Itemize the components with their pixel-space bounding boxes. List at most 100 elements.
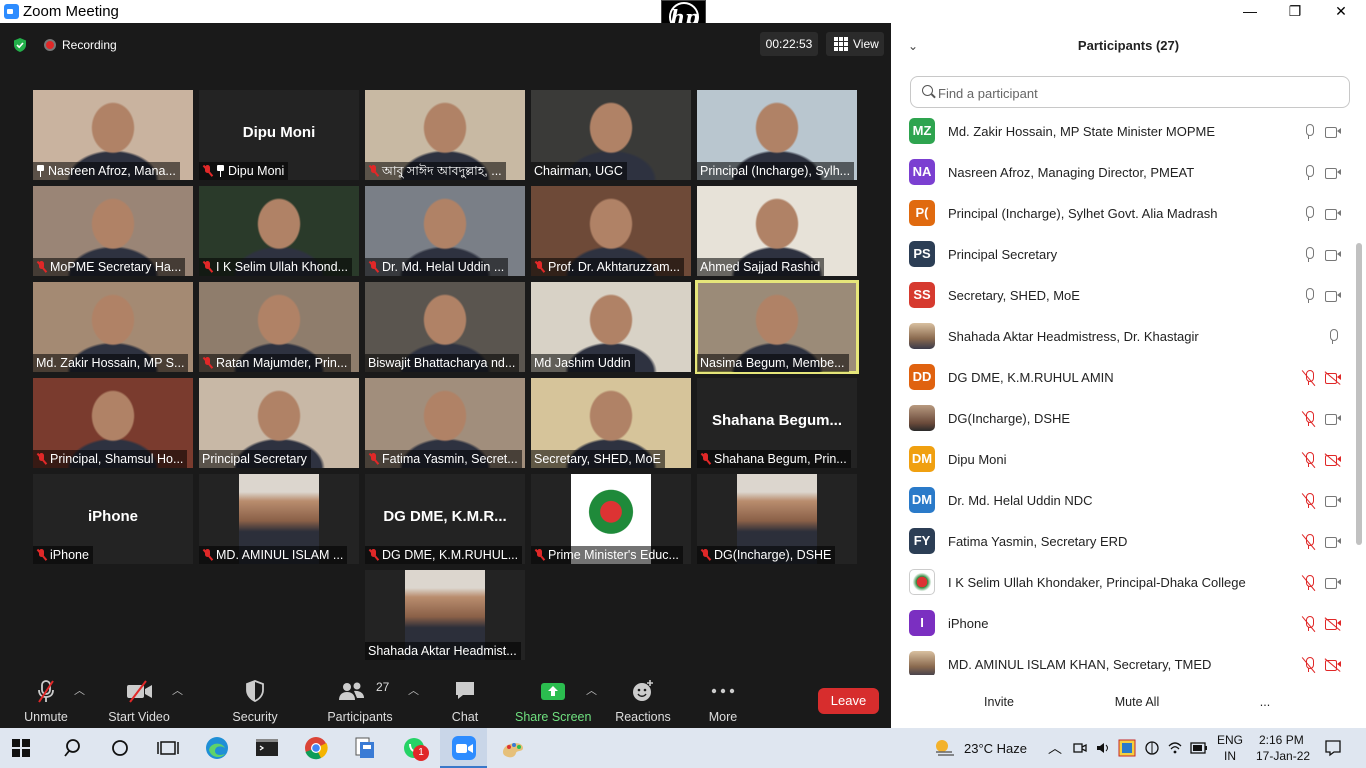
battery-icon[interactable] (1190, 741, 1208, 755)
terminal-icon[interactable] (253, 734, 281, 762)
video-tile[interactable]: Md Jashim Uddin (531, 282, 691, 372)
share-options-caret-icon[interactable]: ︿ (586, 682, 597, 698)
microphone-icon[interactable] (1304, 124, 1314, 140)
video-tile[interactable]: Prime Minister's Educ... (531, 474, 691, 564)
search-taskbar-icon[interactable] (60, 734, 88, 762)
video-camera-icon[interactable] (1325, 127, 1341, 138)
volume-icon[interactable] (1095, 740, 1111, 756)
video-tile[interactable]: Nasima Begum, Membe... (695, 280, 859, 374)
show-hidden-icons-chevron-icon[interactable]: ︿ (1048, 738, 1062, 758)
video-tile[interactable]: iPhone iPhone (33, 474, 193, 564)
mic-muted-icon[interactable] (1301, 574, 1316, 592)
wifi-icon[interactable] (1167, 740, 1183, 756)
video-tile[interactable]: আবু সাঈদ আবদুল্লাহ, ... (365, 90, 525, 180)
video-camera-icon[interactable] (1325, 209, 1341, 220)
video-off-icon[interactable] (1324, 617, 1341, 631)
participant-search-input[interactable] (938, 83, 1338, 103)
encryption-shield-icon[interactable] (12, 37, 28, 53)
video-tile[interactable]: Principal Secretary (199, 378, 359, 468)
language-code[interactable]: ENG (1217, 733, 1243, 747)
participant-row[interactable]: Shahada Aktar Headmistress, Dr. Khastagi… (891, 318, 1351, 359)
mic-muted-icon[interactable] (1301, 656, 1316, 674)
video-tile[interactable]: Ahmed Sajjad Rashid (697, 186, 857, 276)
video-camera-icon[interactable] (1325, 291, 1341, 302)
unmute-button[interactable]: Unmute (20, 678, 72, 724)
video-tile[interactable]: Nasreen Afroz, Mana... (33, 90, 193, 180)
video-camera-icon[interactable] (1325, 537, 1341, 548)
video-tile[interactable]: Principal (Incharge), Sylh... (697, 90, 857, 180)
mic-muted-icon[interactable] (1301, 533, 1316, 551)
video-tile[interactable]: Shahada Aktar Headmist... (365, 570, 525, 660)
clock-time[interactable]: 2:16 PM (1259, 733, 1304, 747)
video-tile[interactable]: DG(Incharge), DSHE (697, 474, 857, 564)
minimize-button[interactable]: — (1227, 0, 1273, 23)
paint-icon[interactable] (499, 734, 527, 762)
mic-muted-icon[interactable] (1301, 492, 1316, 510)
microphone-icon[interactable] (1304, 247, 1314, 263)
participant-row[interactable]: DD DG DME, K.M.RUHUL AMIN (891, 359, 1351, 400)
mic-muted-icon[interactable] (1301, 451, 1316, 469)
video-tile[interactable]: Shahana Begum... Shahana Begum, Prin... (697, 378, 857, 468)
participants-button[interactable]: 27 Participants (326, 678, 394, 724)
language-region[interactable]: IN (1224, 749, 1236, 763)
participant-row[interactable]: IiPhone (891, 605, 1351, 646)
security-button[interactable]: Security (229, 678, 281, 724)
mic-muted-icon[interactable] (1301, 369, 1316, 387)
cortana-icon[interactable] (106, 734, 134, 762)
participant-row[interactable]: P(Principal (Incharge), Sylhet Govt. Ali… (891, 195, 1351, 236)
participant-list-scrollbar[interactable] (1356, 243, 1362, 545)
video-off-icon[interactable] (1324, 371, 1341, 385)
close-button[interactable]: ✕ (1318, 0, 1364, 23)
video-tile[interactable]: Chairman, UGC (531, 90, 691, 180)
participant-row[interactable]: FY Fatima Yasmin, Secretary ERD (891, 523, 1351, 564)
participant-row[interactable]: I K Selim Ullah Khondaker, Principal-Dha… (891, 564, 1351, 605)
microphone-icon[interactable] (1304, 288, 1314, 304)
video-tile[interactable]: I K Selim Ullah Khond... (199, 186, 359, 276)
participant-row[interactable]: SS Secretary, SHED, MoE (891, 277, 1351, 318)
video-tile[interactable]: Biswajit Bhattacharya nd... (365, 282, 525, 372)
microphone-icon[interactable] (1304, 206, 1314, 222)
video-off-icon[interactable] (1324, 453, 1341, 467)
video-tile[interactable]: Secretary, SHED, MoE (531, 378, 691, 468)
chat-button[interactable]: Chat (445, 678, 485, 724)
video-tile[interactable]: DG DME, K.M.R... DG DME, K.M.RUHUL... (365, 474, 525, 564)
weather-text[interactable]: 23°C Haze (964, 741, 1027, 756)
video-camera-icon[interactable] (1325, 414, 1341, 425)
video-tile[interactable]: Dipu Moni Dipu Moni (199, 90, 359, 180)
notifications-icon[interactable] (1324, 739, 1342, 757)
participant-row[interactable]: MZ Md. Zakir Hossain, MP State Minister M… (891, 113, 1351, 154)
panel-more-button[interactable]: ... (1255, 689, 1275, 715)
start-video-button[interactable]: Start Video (106, 678, 172, 724)
participant-row[interactable]: DM Dr. Md. Helal Uddin NDC (891, 482, 1351, 523)
language-app-icon[interactable] (1118, 739, 1136, 757)
mic-muted-icon[interactable] (1301, 615, 1316, 633)
microphone-icon[interactable] (1328, 329, 1338, 345)
participant-row[interactable]: NA Nasreen Afroz, Managing Director, PMEA… (891, 154, 1351, 195)
audio-options-caret-icon[interactable]: ︿ (74, 682, 85, 698)
more-button[interactable]: More (703, 678, 743, 724)
video-camera-icon[interactable] (1325, 578, 1341, 589)
security-tray-icon[interactable] (1144, 740, 1160, 756)
participant-row[interactable]: PS Principal Secretary (891, 236, 1351, 277)
leave-button[interactable]: Leave (818, 688, 879, 714)
video-camera-icon[interactable] (1325, 250, 1341, 261)
task-view-icon[interactable] (154, 734, 182, 762)
weather-haze-icon[interactable] (933, 737, 955, 759)
clock-date[interactable]: 17-Jan-22 (1256, 749, 1310, 763)
video-camera-icon[interactable] (1325, 496, 1341, 507)
share-screen-button[interactable]: Share Screen (515, 678, 591, 724)
participant-row[interactable]: DG(Incharge), DSHE (891, 400, 1351, 441)
video-tile[interactable]: Prof. Dr. Akhtaruzzam... (531, 186, 691, 276)
video-camera-icon[interactable] (1325, 168, 1341, 179)
participant-search-box[interactable] (910, 76, 1350, 108)
participant-row[interactable]: MD. AMINUL ISLAM KHAN, Secretary, TMED (891, 646, 1351, 675)
video-off-icon[interactable] (1324, 658, 1341, 672)
invite-button[interactable]: Invite (977, 689, 1021, 715)
video-tile[interactable]: Dr. Md. Helal Uddin ... (365, 186, 525, 276)
video-tile[interactable]: Principal, Shamsul Ho... (33, 378, 193, 468)
video-tile[interactable]: MoPME Secretary Ha... (33, 186, 193, 276)
zoom-taskbar-icon[interactable] (450, 734, 478, 762)
microphone-icon[interactable] (1304, 165, 1314, 181)
video-options-caret-icon[interactable]: ︿ (172, 682, 183, 698)
file-explorer-icon[interactable] (351, 734, 379, 762)
